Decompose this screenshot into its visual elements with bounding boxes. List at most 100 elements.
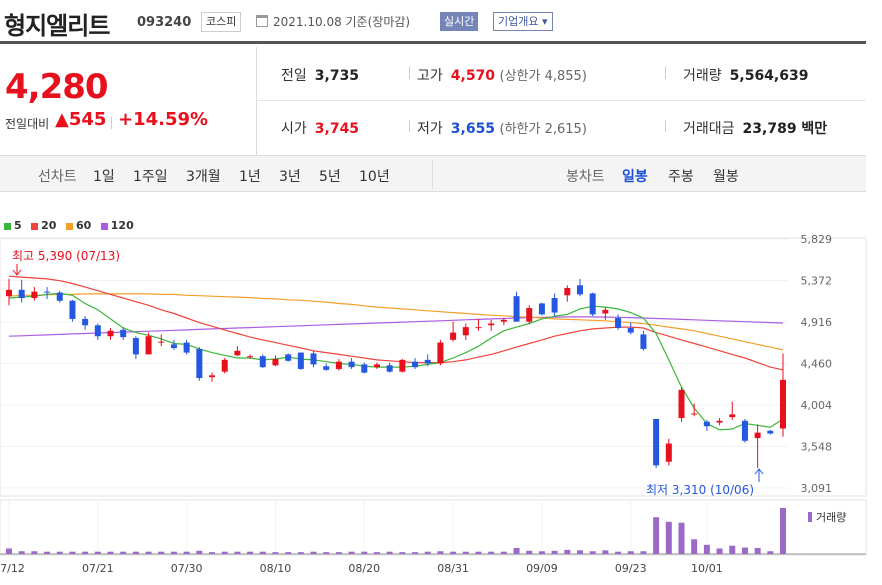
y-tick-label: 3,091 [801, 482, 833, 495]
volume-bar [716, 548, 723, 554]
candle-body [640, 334, 647, 349]
candle-body [310, 353, 317, 365]
candle-body [183, 342, 190, 353]
candle-body [348, 361, 355, 368]
volume-bar [386, 551, 393, 554]
x-tick-label: 09/09 [526, 562, 558, 575]
candle-body [526, 308, 533, 322]
x-tick-label: 08/20 [348, 562, 380, 575]
candle-body [145, 336, 152, 355]
y-tick-label: 5,372 [801, 275, 833, 288]
candle-body [615, 318, 622, 329]
candle-body [259, 356, 266, 368]
volume-bar [780, 508, 786, 554]
candle-body [564, 288, 571, 296]
candle-body [412, 361, 419, 368]
volume-bar [424, 551, 431, 554]
volume-bar [767, 551, 774, 554]
volume-bar [107, 551, 114, 554]
candle-body [196, 348, 203, 379]
volume-bar [18, 551, 25, 554]
candle-body [691, 413, 698, 415]
candle-body [424, 359, 431, 364]
volume-bar [437, 551, 444, 554]
volume-bar [450, 551, 457, 554]
volume-pane-frame [0, 499, 867, 556]
candle-body [576, 285, 583, 295]
volume-bar [500, 551, 507, 554]
candle-body [450, 332, 457, 340]
candle-body [285, 354, 292, 361]
candle-body [386, 365, 393, 372]
candle-body [335, 361, 342, 369]
volume-bar [335, 552, 342, 554]
x-tick-label: 07/12 [0, 562, 25, 575]
volume-bar [615, 551, 622, 554]
candle-body [6, 289, 12, 297]
candle-body [538, 303, 545, 315]
volume-bar [703, 544, 710, 554]
candle-body [703, 421, 710, 427]
volume-bar [538, 551, 545, 554]
volume-bar [373, 552, 380, 554]
volume-bar [69, 551, 76, 554]
volume-bar [627, 551, 634, 554]
candle-body [716, 420, 723, 423]
candle-body [780, 379, 786, 429]
volume-bar [272, 552, 279, 554]
volume-bar [56, 551, 63, 554]
volume-bar [475, 551, 482, 554]
y-tick-label: 4,004 [801, 399, 833, 412]
y-tick-label: 5,829 [801, 233, 833, 246]
volume-bar [399, 552, 406, 554]
volume-bar [31, 551, 38, 554]
y-tick-label: 3,548 [801, 440, 833, 453]
candle-body [462, 327, 469, 336]
volume-bar [259, 551, 266, 554]
x-tick-label: 09/23 [615, 562, 647, 575]
candle-body [551, 298, 558, 313]
candle-body [247, 356, 254, 358]
candle-body [767, 430, 774, 434]
volume-bar [234, 551, 241, 554]
volume-bar [602, 550, 609, 554]
candle-body [56, 292, 63, 301]
candle-body [272, 358, 279, 366]
volume-bar [729, 545, 736, 554]
volume-bar [82, 551, 89, 554]
volume-bar [44, 551, 51, 554]
x-tick-label: 10/01 [691, 562, 723, 575]
volume-legend-label: 거래량 [816, 511, 846, 524]
candle-body [209, 375, 216, 378]
candle-body [678, 389, 685, 419]
candle-body [437, 342, 444, 364]
x-tick-label: 08/10 [260, 562, 292, 575]
volume-bar [462, 551, 469, 554]
candlestick-chart[interactable]: 5,829 5,372 4,916 4,460 4,004 3,548 3,091 07/12… [0, 0, 882, 585]
min-price-annotation: 최저 3,310 (10/06) [646, 483, 754, 497]
volume-bar [741, 547, 748, 554]
candle-body [602, 309, 609, 314]
volume-bar [170, 551, 177, 554]
volume-bar [576, 550, 583, 554]
volume-bar [323, 552, 330, 554]
volume-bar [551, 550, 558, 554]
volume-bar [209, 552, 216, 554]
x-tick-label: 07/30 [171, 562, 203, 575]
candle-body [323, 366, 330, 370]
y-tick-label: 4,460 [801, 358, 833, 371]
candle-body [297, 352, 304, 369]
candle-body [234, 350, 241, 356]
volume-bar [196, 550, 203, 554]
candle-body [107, 330, 114, 337]
volume-bar [145, 551, 152, 554]
volume-bar [589, 551, 596, 554]
candle-body [500, 319, 507, 322]
candle-body [94, 325, 101, 337]
price-pane-frame [0, 237, 867, 497]
volume-legend-swatch [808, 512, 812, 522]
volume-bar [285, 552, 292, 554]
candle-body [513, 296, 520, 322]
volume-bar [221, 551, 228, 554]
volume-bar [488, 551, 495, 554]
